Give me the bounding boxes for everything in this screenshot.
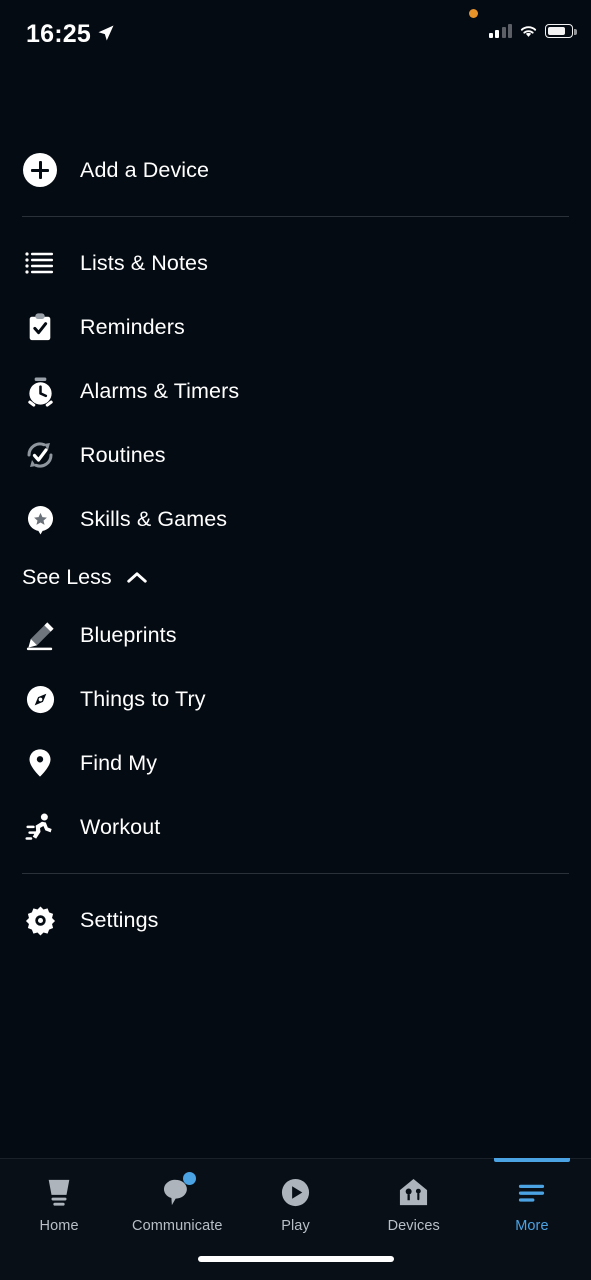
compass-icon <box>22 681 58 717</box>
status-bar: 16:25 <box>0 0 591 60</box>
menu-item-label: Skills & Games <box>80 506 228 531</box>
see-less-button[interactable]: See Less <box>0 551 591 603</box>
active-tab-indicator <box>493 1158 570 1162</box>
menu-item-label: Workout <box>80 814 161 839</box>
menu-item-label: Alarms & Timers <box>80 378 240 403</box>
menu-item-find-my[interactable]: Find My <box>0 731 591 795</box>
divider-top <box>22 216 569 217</box>
menu-item-skills-games[interactable]: Skills & Games <box>0 487 591 551</box>
status-bar-indicators <box>488 24 577 38</box>
menu-item-label: Blueprints <box>80 622 177 647</box>
play-circle-icon <box>280 1173 311 1211</box>
menu-item-label: Settings <box>80 907 159 932</box>
tab-devices[interactable]: Devices <box>355 1159 473 1234</box>
divider-bottom <box>22 873 569 874</box>
hamburger-menu-icon <box>516 1173 547 1211</box>
menu-item-alarms-timers[interactable]: Alarms & Timers <box>0 359 591 423</box>
tab-home[interactable]: Home <box>0 1159 118 1234</box>
tab-label: Devices <box>387 1218 440 1234</box>
refresh-check-icon <box>22 437 58 473</box>
menu-item-label: Find My <box>80 750 158 775</box>
plus-circle-icon <box>22 152 58 188</box>
menu-item-label: Lists & Notes <box>80 250 208 275</box>
house-devices-icon <box>398 1173 429 1211</box>
more-menu-list: Add a Device Lists & Notes Reminders Ala… <box>0 138 591 952</box>
location-arrow-icon <box>98 25 114 41</box>
wifi-icon <box>520 26 537 37</box>
battery-icon <box>545 24 577 38</box>
bottom-tab-bar: Home Communicate Play Devices More <box>0 1158 591 1280</box>
tab-play[interactable]: Play <box>236 1159 354 1234</box>
menu-item-things-to-try[interactable]: Things to Try <box>0 667 591 731</box>
orange-recording-dot <box>469 9 478 18</box>
tab-label: Play <box>281 1218 310 1234</box>
tab-more[interactable]: More <box>473 1158 591 1234</box>
tab-label: Home <box>39 1218 79 1234</box>
menu-item-label: Routines <box>80 442 166 467</box>
menu-item-label: Things to Try <box>80 686 206 711</box>
tab-communicate[interactable]: Communicate <box>118 1159 236 1234</box>
alarm-clock-icon <box>22 373 58 409</box>
home-indicator-bar <box>197 1256 394 1262</box>
clipboard-check-icon <box>22 309 58 345</box>
notification-badge <box>182 1172 196 1185</box>
more-screen: 16:25 Add a Device Lists & Notes Reminde… <box>0 0 591 1280</box>
running-person-icon <box>22 809 58 845</box>
cellular-signal-icon <box>488 24 512 38</box>
menu-item-blueprints[interactable]: Blueprints <box>0 603 591 667</box>
echo-speaker-icon <box>43 1173 75 1211</box>
speech-bubble-icon <box>161 1172 196 1211</box>
menu-item-settings[interactable]: Settings <box>0 888 591 952</box>
menu-item-routines[interactable]: Routines <box>0 423 591 487</box>
menu-item-label: Add a Device <box>80 157 210 182</box>
menu-item-label: Reminders <box>80 314 185 339</box>
speech-bubble-star-icon <box>22 501 58 537</box>
tab-label: More <box>515 1218 549 1234</box>
menu-item-lists-notes[interactable]: Lists & Notes <box>0 231 591 295</box>
status-bar-time: 16:25 <box>26 20 91 48</box>
menu-item-add-device[interactable]: Add a Device <box>0 138 591 202</box>
pencil-icon <box>22 617 58 653</box>
tab-label: Communicate <box>132 1218 223 1234</box>
see-less-label: See Less <box>22 564 112 589</box>
map-pin-icon <box>22 745 58 781</box>
menu-item-workout[interactable]: Workout <box>0 795 591 859</box>
list-lines-icon <box>22 245 58 281</box>
chevron-up-icon <box>126 571 147 583</box>
menu-item-reminders[interactable]: Reminders <box>0 295 591 359</box>
gear-icon <box>22 902 58 938</box>
